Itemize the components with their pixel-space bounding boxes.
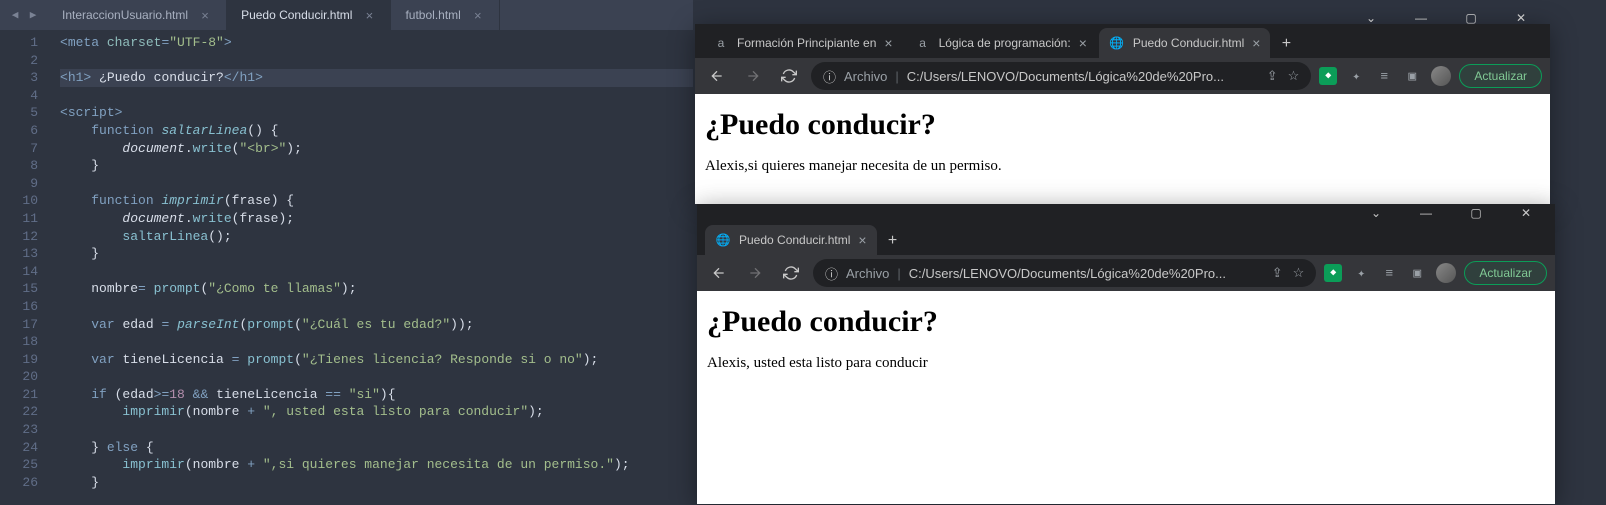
maximize-button[interactable]: ▢ bbox=[1456, 11, 1486, 25]
update-button[interactable]: Actualizar bbox=[1459, 64, 1542, 88]
editor-tabstrip: ◀ ▶ InteraccionUsuario.html×Puedo Conduc… bbox=[0, 0, 693, 30]
nav-back-icon[interactable]: ◀ bbox=[6, 6, 24, 24]
nav-forward-icon[interactable]: ▶ bbox=[24, 6, 42, 24]
page-heading: ¿Puedo conducir? bbox=[705, 108, 1540, 142]
share-icon[interactable]: ⇪ bbox=[1267, 68, 1278, 84]
tab-title: Puedo Conducir.html bbox=[739, 233, 850, 247]
rendered-page: ¿Puedo conducir? Alexis, usted esta list… bbox=[697, 291, 1555, 504]
close-icon[interactable]: × bbox=[1079, 35, 1087, 51]
extensions-icon[interactable]: ✦ bbox=[1352, 264, 1370, 282]
back-button[interactable] bbox=[703, 62, 731, 90]
addr-url: C:/Users/LENOVO/Documents/Lógica%20de%20… bbox=[909, 266, 1264, 281]
browser-tab[interactable]: a Lógica de programación: × bbox=[905, 28, 1097, 58]
page-output-text: Alexis, usted esta listo para conducir bbox=[707, 355, 1545, 372]
browser-toolbar: ⓘ Archivo | C:/Users/LENOVO/Documents/Ló… bbox=[695, 58, 1550, 94]
star-icon[interactable]: ☆ bbox=[1293, 265, 1305, 281]
editor-tab[interactable]: Puedo Conducir.html × bbox=[227, 0, 391, 30]
editor-pane: ◀ ▶ InteraccionUsuario.html×Puedo Conduc… bbox=[0, 0, 693, 505]
shield-icon[interactable]: ◆ bbox=[1324, 264, 1342, 282]
tab-title: Puedo Conducir.html bbox=[1133, 36, 1244, 50]
tab-title: futbol.html bbox=[405, 8, 460, 22]
browser-tabstrip: 🌐 Puedo Conducir.html × + bbox=[697, 221, 1555, 255]
page-heading: ¿Puedo conducir? bbox=[707, 305, 1545, 339]
browser-tabstrip: a Formación Principiante en × a Lógica de pr… bbox=[695, 24, 1550, 58]
tab-title: Lógica de programación: bbox=[939, 36, 1071, 50]
addr-url: C:/Users/LENOVO/Documents/Lógica%20de%20… bbox=[907, 69, 1259, 84]
browser-window-1: ⌄ — ▢ ✕ aFormación Principiante en×aLógi… bbox=[695, 24, 1550, 204]
reload-button[interactable] bbox=[775, 62, 803, 90]
rendered-page: ¿Puedo conducir? Alexis,si quieres manej… bbox=[695, 94, 1550, 204]
close-button[interactable]: ✕ bbox=[1506, 11, 1536, 25]
close-icon[interactable]: × bbox=[362, 8, 376, 22]
close-icon[interactable]: × bbox=[858, 232, 866, 248]
minimize-button[interactable]: — bbox=[1406, 11, 1436, 25]
address-bar[interactable]: ⓘ Archivo | C:/Users/LENOVO/Documents/Ló… bbox=[813, 259, 1316, 287]
tab-title: Puedo Conducir.html bbox=[241, 8, 352, 22]
code-content[interactable]: <meta charset="UTF-8"><h1> ¿Puedo conduc… bbox=[50, 30, 693, 505]
close-icon[interactable]: × bbox=[471, 8, 485, 22]
new-tab-button[interactable]: + bbox=[1272, 30, 1300, 58]
info-icon: ⓘ bbox=[823, 67, 836, 86]
minimize-button[interactable]: — bbox=[1411, 206, 1441, 220]
browser-toolbar: ⓘ Archivo | C:/Users/LENOVO/Documents/Ló… bbox=[697, 255, 1555, 291]
avatar[interactable] bbox=[1436, 263, 1456, 283]
browser-tab[interactable]: 🌐 Puedo Conducir.html × bbox=[705, 225, 877, 255]
browser-tab[interactable]: 🌐 Puedo Conducir.html × bbox=[1099, 28, 1271, 58]
tab-title: InteraccionUsuario.html bbox=[62, 8, 188, 22]
line-gutter: 1234567891011121314151617181920212223242… bbox=[0, 30, 50, 505]
close-icon[interactable]: × bbox=[1252, 35, 1260, 51]
forward-button[interactable] bbox=[739, 62, 767, 90]
browser-tab[interactable]: a Formación Principiante en × bbox=[703, 28, 903, 58]
update-button[interactable]: Actualizar bbox=[1464, 261, 1547, 285]
address-bar[interactable]: ⓘ Archivo | C:/Users/LENOVO/Documents/Ló… bbox=[811, 62, 1311, 90]
forward-button[interactable] bbox=[741, 259, 769, 287]
playlist-icon[interactable]: ≡ bbox=[1380, 264, 1398, 282]
reload-button[interactable] bbox=[777, 259, 805, 287]
tab-title: Formación Principiante en bbox=[737, 36, 876, 50]
close-button[interactable]: ✕ bbox=[1511, 206, 1541, 220]
sidepanel-icon[interactable]: ▣ bbox=[1403, 67, 1421, 85]
browser-window-2: ⌄ — ▢ ✕ 🌐 Puedo Conducir.html × + ⓘ Archivo… bbox=[697, 204, 1555, 504]
chevron-down-icon[interactable]: ⌄ bbox=[1356, 11, 1386, 25]
favicon: a bbox=[713, 35, 729, 51]
addr-prefix: Archivo bbox=[846, 266, 889, 281]
share-icon[interactable]: ⇪ bbox=[1272, 265, 1283, 281]
info-icon: ⓘ bbox=[825, 264, 838, 283]
avatar[interactable] bbox=[1431, 66, 1451, 86]
back-button[interactable] bbox=[705, 259, 733, 287]
close-icon[interactable]: × bbox=[884, 35, 892, 51]
maximize-button[interactable]: ▢ bbox=[1461, 206, 1491, 220]
editor-tab[interactable]: futbol.html × bbox=[391, 0, 499, 30]
favicon: 🌐 bbox=[1109, 35, 1125, 51]
favicon: a bbox=[915, 35, 931, 51]
chevron-down-icon[interactable]: ⌄ bbox=[1361, 206, 1391, 220]
new-tab-button[interactable]: + bbox=[879, 227, 907, 255]
page-output-text: Alexis,si quieres manejar necesita de un… bbox=[705, 158, 1540, 175]
editor-tab[interactable]: InteraccionUsuario.html × bbox=[48, 0, 227, 30]
sidepanel-icon[interactable]: ▣ bbox=[1408, 264, 1426, 282]
close-icon[interactable]: × bbox=[198, 8, 212, 22]
extensions-icon[interactable]: ✦ bbox=[1347, 67, 1365, 85]
addr-prefix: Archivo bbox=[844, 69, 887, 84]
shield-icon[interactable]: ◆ bbox=[1319, 67, 1337, 85]
favicon: 🌐 bbox=[715, 232, 731, 248]
playlist-icon[interactable]: ≡ bbox=[1375, 67, 1393, 85]
code-area[interactable]: 1234567891011121314151617181920212223242… bbox=[0, 30, 693, 505]
star-icon[interactable]: ☆ bbox=[1288, 68, 1300, 84]
